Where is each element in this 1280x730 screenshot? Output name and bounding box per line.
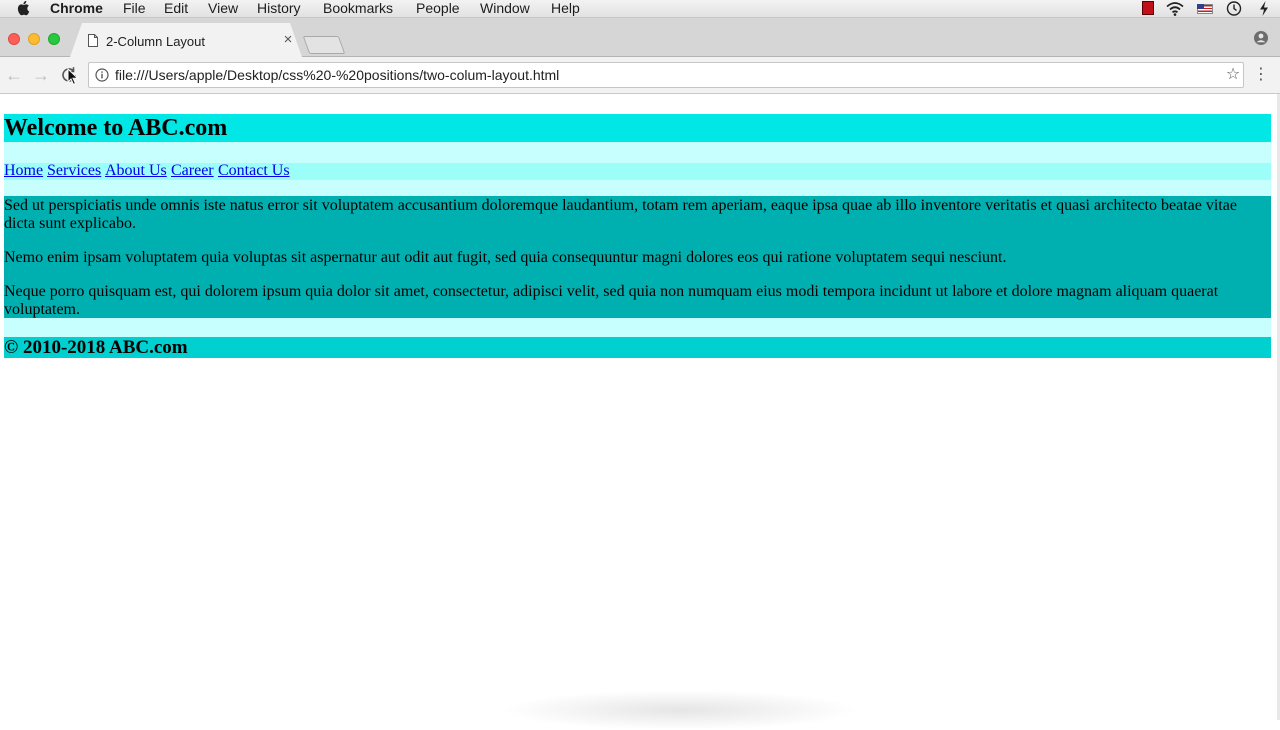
page-viewport: Welcome to ABC.com Home Services About U… (0, 94, 1271, 720)
bookmark-star-icon[interactable]: ☆ (1224, 66, 1242, 84)
window-minimize-button[interactable] (28, 33, 40, 45)
nav-link-about-us[interactable]: About Us (105, 161, 167, 181)
red-app-icon[interactable] (1141, 0, 1155, 17)
header-gap (4, 142, 1271, 163)
page-footer: © 2010-2018 ABC.com (4, 337, 1271, 358)
menu-file[interactable]: File (123, 0, 146, 16)
menu-chrome[interactable]: Chrome (50, 0, 103, 16)
wifi-icon[interactable] (1164, 0, 1186, 17)
window-close-button[interactable] (8, 33, 20, 45)
menu-bookmarks[interactable]: Bookmarks (323, 0, 393, 16)
site-nav: Home Services About Us Career Contact Us (4, 161, 1271, 181)
nav-link-contact-us[interactable]: Contact Us (218, 161, 290, 181)
tab-close-icon[interactable]: × (280, 32, 296, 48)
tab-strip: 2-Column Layout × (0, 18, 1280, 57)
menu-view[interactable]: View (208, 0, 238, 16)
main-content: Sed ut perspiciatis unde omnis iste natu… (4, 196, 1271, 318)
time-machine-icon[interactable] (1225, 0, 1243, 17)
menu-window[interactable]: Window (480, 0, 530, 16)
nav-link-career[interactable]: Career (171, 161, 214, 181)
chrome-menu-icon[interactable]: ⋮ (1252, 65, 1270, 85)
nav-link-services[interactable]: Services (47, 161, 101, 181)
browser-toolbar: ← → file:///Users/apple/Desktop/css%20-%… (0, 57, 1280, 94)
profile-icon[interactable] (1253, 30, 1269, 46)
menu-history[interactable]: History (257, 0, 301, 16)
url-text[interactable]: file:///Users/apple/Desktop/css%20-%20po… (115, 67, 559, 83)
bolt-icon[interactable] (1256, 0, 1272, 17)
forward-button[interactable]: → (30, 64, 52, 86)
macos-menu-bar: Chrome File Edit View History Bookmarks … (0, 0, 1280, 18)
page-header: Welcome to ABC.com (4, 114, 1271, 142)
address-bar[interactable]: file:///Users/apple/Desktop/css%20-%20po… (88, 62, 1244, 88)
window-zoom-button[interactable] (48, 33, 60, 45)
menu-people[interactable]: People (416, 0, 460, 16)
apple-icon[interactable] (16, 0, 30, 17)
back-button[interactable]: ← (3, 64, 25, 86)
menu-help[interactable]: Help (551, 0, 580, 16)
menu-edit[interactable]: Edit (164, 0, 188, 16)
dock-shadow (500, 690, 860, 730)
new-tab-button[interactable] (302, 36, 346, 54)
tab-2-column-layout[interactable]: 2-Column Layout × (70, 23, 302, 57)
footer-text: © 2010-2018 ABC.com (4, 337, 188, 358)
info-icon[interactable] (95, 68, 109, 82)
content-gap (4, 318, 1271, 337)
tab-title: 2-Column Layout (106, 34, 205, 49)
nav-link-home[interactable]: Home (4, 161, 43, 181)
content-paragraph: Neque porro quisquam est, qui dolorem ip… (4, 283, 1219, 318)
apple-logo-glyph (17, 0, 30, 16)
page-icon (88, 34, 98, 47)
content-paragraph: Nemo enim ipsam voluptatem quia voluptas… (4, 249, 1007, 266)
us-flag-icon[interactable] (1196, 0, 1214, 17)
nav-gap (4, 180, 1271, 196)
content-paragraph: Sed ut perspiciatis unde omnis iste natu… (4, 197, 1237, 232)
page-title: Welcome to ABC.com (4, 115, 228, 141)
mouse-cursor-icon (67, 67, 79, 86)
